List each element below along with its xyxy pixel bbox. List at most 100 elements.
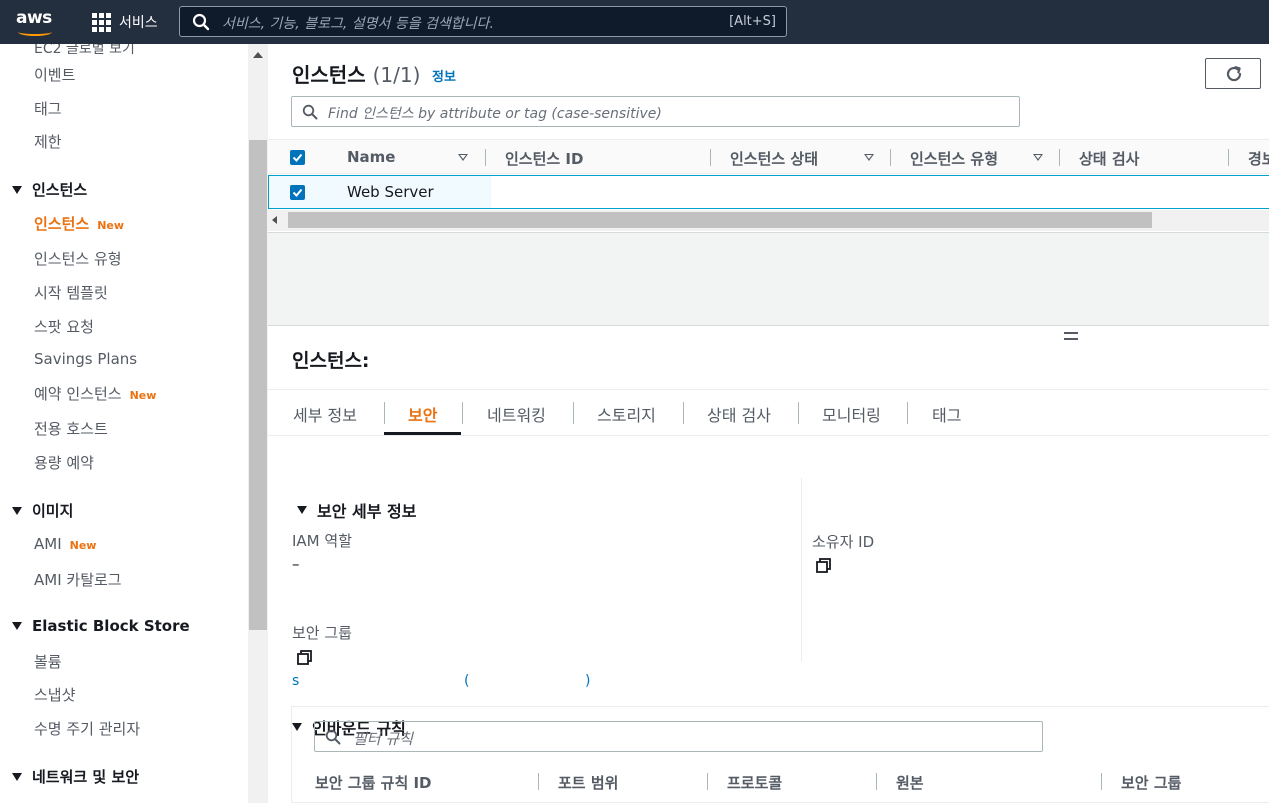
- column-header-rule-id[interactable]: 보안 그룹 규칙 ID: [315, 772, 432, 793]
- services-label: 서비스: [119, 15, 158, 31]
- column-header-protocol[interactable]: 프로토콜: [727, 772, 782, 793]
- security-group-link-paren-close[interactable]: ): [585, 673, 590, 689]
- sidebar-section-label: 이미지: [32, 502, 74, 520]
- row-checkbox[interactable]: [290, 185, 305, 200]
- sidebar-item-reserved-instances[interactable]: 예약 인스턴스 New: [34, 383, 156, 404]
- grid-icon: [92, 12, 111, 32]
- column-header-status-check[interactable]: 상태 검사: [1079, 148, 1139, 169]
- sort-icon[interactable]: [864, 154, 874, 161]
- column-header-instance-state[interactable]: 인스턴스 상태: [730, 148, 818, 169]
- sidebar-section-instances[interactable]: 인스턴스: [12, 179, 87, 200]
- security-group-link[interactable]: s: [292, 673, 299, 689]
- security-group-link-paren-open[interactable]: (: [464, 673, 469, 689]
- select-all-checkbox[interactable]: [290, 150, 305, 165]
- sort-icon[interactable]: [458, 154, 468, 161]
- resize-handle-icon[interactable]: [1064, 332, 1078, 340]
- copy-icon[interactable]: [296, 649, 313, 666]
- column-divider[interactable]: [876, 773, 877, 790]
- tab-divider: [384, 402, 385, 424]
- tab-divider: [683, 402, 684, 424]
- aws-logo-text: aws: [16, 8, 52, 28]
- aws-logo[interactable]: aws: [16, 8, 58, 36]
- scrollbar-thumb[interactable]: [249, 140, 267, 630]
- sidebar-item-snapshots[interactable]: 스냅샷: [34, 684, 75, 705]
- check-icon: [292, 188, 303, 197]
- tab-networking[interactable]: 네트워킹: [487, 402, 546, 426]
- column-divider[interactable]: [707, 773, 708, 790]
- table-horizontal-scrollbar[interactable]: [268, 210, 1269, 231]
- tab-details[interactable]: 세부 정보: [293, 402, 357, 426]
- column-header-instance-type[interactable]: 인스턴스 유형: [910, 148, 998, 169]
- column-header-alarm[interactable]: 경보: [1248, 148, 1269, 169]
- column-divider[interactable]: [710, 149, 711, 166]
- instances-filter-input[interactable]: Find 인스턴스 by attribute or tag (case-sens…: [291, 96, 1020, 127]
- owner-id-label: 소유자 ID: [812, 533, 875, 551]
- caret-down-icon: [12, 185, 22, 194]
- sidebar-item-capacity-reservations[interactable]: 용량 예약: [34, 452, 94, 473]
- sidebar-item-instances[interactable]: 인스턴스 New: [34, 213, 124, 234]
- scroll-left-arrow-icon[interactable]: [272, 216, 277, 224]
- sidebar-item-ami[interactable]: AMI New: [34, 535, 96, 553]
- sidebar-item-launch-templates[interactable]: 시작 템플릿: [34, 282, 108, 303]
- new-badge: New: [129, 389, 157, 402]
- sidebar-item-cut[interactable]: EC2 글로벌 보기: [34, 44, 135, 58]
- scroll-up-arrow-icon[interactable]: [253, 52, 263, 58]
- column-header-name[interactable]: Name: [347, 148, 395, 166]
- sidebar-section-network-security[interactable]: 네트워크 및 보안: [12, 766, 139, 787]
- sidebar-scrollbar[interactable]: [248, 44, 268, 803]
- column-header-instance-id[interactable]: 인스턴스 ID: [505, 148, 583, 169]
- sidebar-item-savings-plans[interactable]: Savings Plans: [34, 350, 137, 368]
- sidebar-section-images[interactable]: 이미지: [12, 500, 73, 521]
- sort-icon[interactable]: [1033, 154, 1043, 161]
- sidebar-item-ami-catalog[interactable]: AMI 카탈로그: [34, 569, 122, 590]
- sidebar-item-limits[interactable]: 제한: [34, 131, 62, 152]
- tab-tags[interactable]: 태그: [932, 402, 961, 426]
- rules-filter-input[interactable]: 필터 규칙: [314, 721, 1043, 752]
- tab-storage[interactable]: 스토리지: [597, 402, 656, 426]
- sidebar-item-dedicated-hosts[interactable]: 전용 호스트: [34, 418, 108, 439]
- global-search-input[interactable]: 서비스, 기능, 블로그, 설명서 등을 검색합니다. [Alt+S]: [179, 6, 787, 37]
- column-header-security-group[interactable]: 보안 그룹: [1121, 772, 1181, 793]
- instances-table-header: Name 인스턴스 ID 인스턴스 상태 인스턴스 유형 상태 검사 경보: [268, 139, 1269, 174]
- table-row[interactable]: Web Server: [268, 175, 1269, 209]
- iam-role-label: IAM 역할: [292, 532, 352, 550]
- copy-icon[interactable]: [815, 557, 832, 574]
- refresh-button[interactable]: [1205, 58, 1261, 89]
- detail-tabs: 세부 정보 보안 네트워킹 스토리지 상태 검사 모니터링 태그: [268, 389, 1269, 436]
- sidebar-item-spot-requests[interactable]: 스팟 요청: [34, 316, 94, 337]
- column-divider[interactable]: [890, 149, 891, 166]
- sidebar: EC2 글로벌 보기 이벤트 태그 제한 인스턴스 인스턴스 New 인스턴스 유…: [0, 44, 248, 803]
- column-divider[interactable]: [538, 773, 539, 790]
- instance-detail-panel: 인스턴스: 세부 정보 보안 네트워킹 스토리지 상태 검사 모니터링 태그 보…: [268, 326, 1269, 803]
- sidebar-item-instance-types[interactable]: 인스턴스 유형: [34, 248, 122, 269]
- iam-role-value: –: [292, 555, 300, 573]
- column-divider[interactable]: [1101, 773, 1102, 790]
- column-divider[interactable]: [485, 149, 486, 166]
- services-menu-button[interactable]: 서비스: [92, 12, 158, 32]
- top-nav-bar: aws 서비스 서비스, 기능, 블로그, 설명서 등을 검색합니다. [Alt…: [0, 0, 1269, 44]
- sidebar-section-label: Elastic Block Store: [32, 617, 190, 635]
- tab-monitoring[interactable]: 모니터링: [822, 402, 881, 426]
- tab-divider: [798, 402, 799, 424]
- column-divider[interactable]: [1059, 149, 1060, 166]
- sidebar-item-volumes[interactable]: 볼륨: [34, 651, 62, 672]
- column-divider[interactable]: [1228, 149, 1229, 166]
- info-link[interactable]: 정보: [432, 66, 456, 85]
- main-content: 인스턴스 (1/1) 정보 Find 인스턴스 by attribute or …: [268, 44, 1269, 803]
- security-details-toggle[interactable]: 보안 세부 정보: [297, 498, 416, 522]
- search-icon: [325, 729, 341, 745]
- sidebar-section-ebs[interactable]: Elastic Block Store: [12, 617, 190, 635]
- rules-filter-placeholder: 필터 규칙: [353, 730, 413, 748]
- sidebar-item-lifecycle-manager[interactable]: 수명 주기 관리자: [34, 718, 140, 739]
- scrollbar-thumb[interactable]: [288, 212, 1152, 228]
- column-header-source[interactable]: 원본: [896, 772, 924, 793]
- tab-security[interactable]: 보안: [408, 402, 437, 426]
- caret-down-icon: [12, 622, 22, 630]
- sidebar-item-events[interactable]: 이벤트: [34, 64, 75, 85]
- column-header-port-range[interactable]: 포트 범위: [558, 772, 618, 793]
- sidebar-section-label: 네트워크 및 보안: [32, 768, 140, 786]
- tab-status-checks[interactable]: 상태 검사: [707, 402, 771, 426]
- tab-divider: [462, 402, 463, 424]
- security-group-label: 보안 그룹: [292, 624, 352, 642]
- sidebar-item-tags[interactable]: 태그: [34, 98, 62, 119]
